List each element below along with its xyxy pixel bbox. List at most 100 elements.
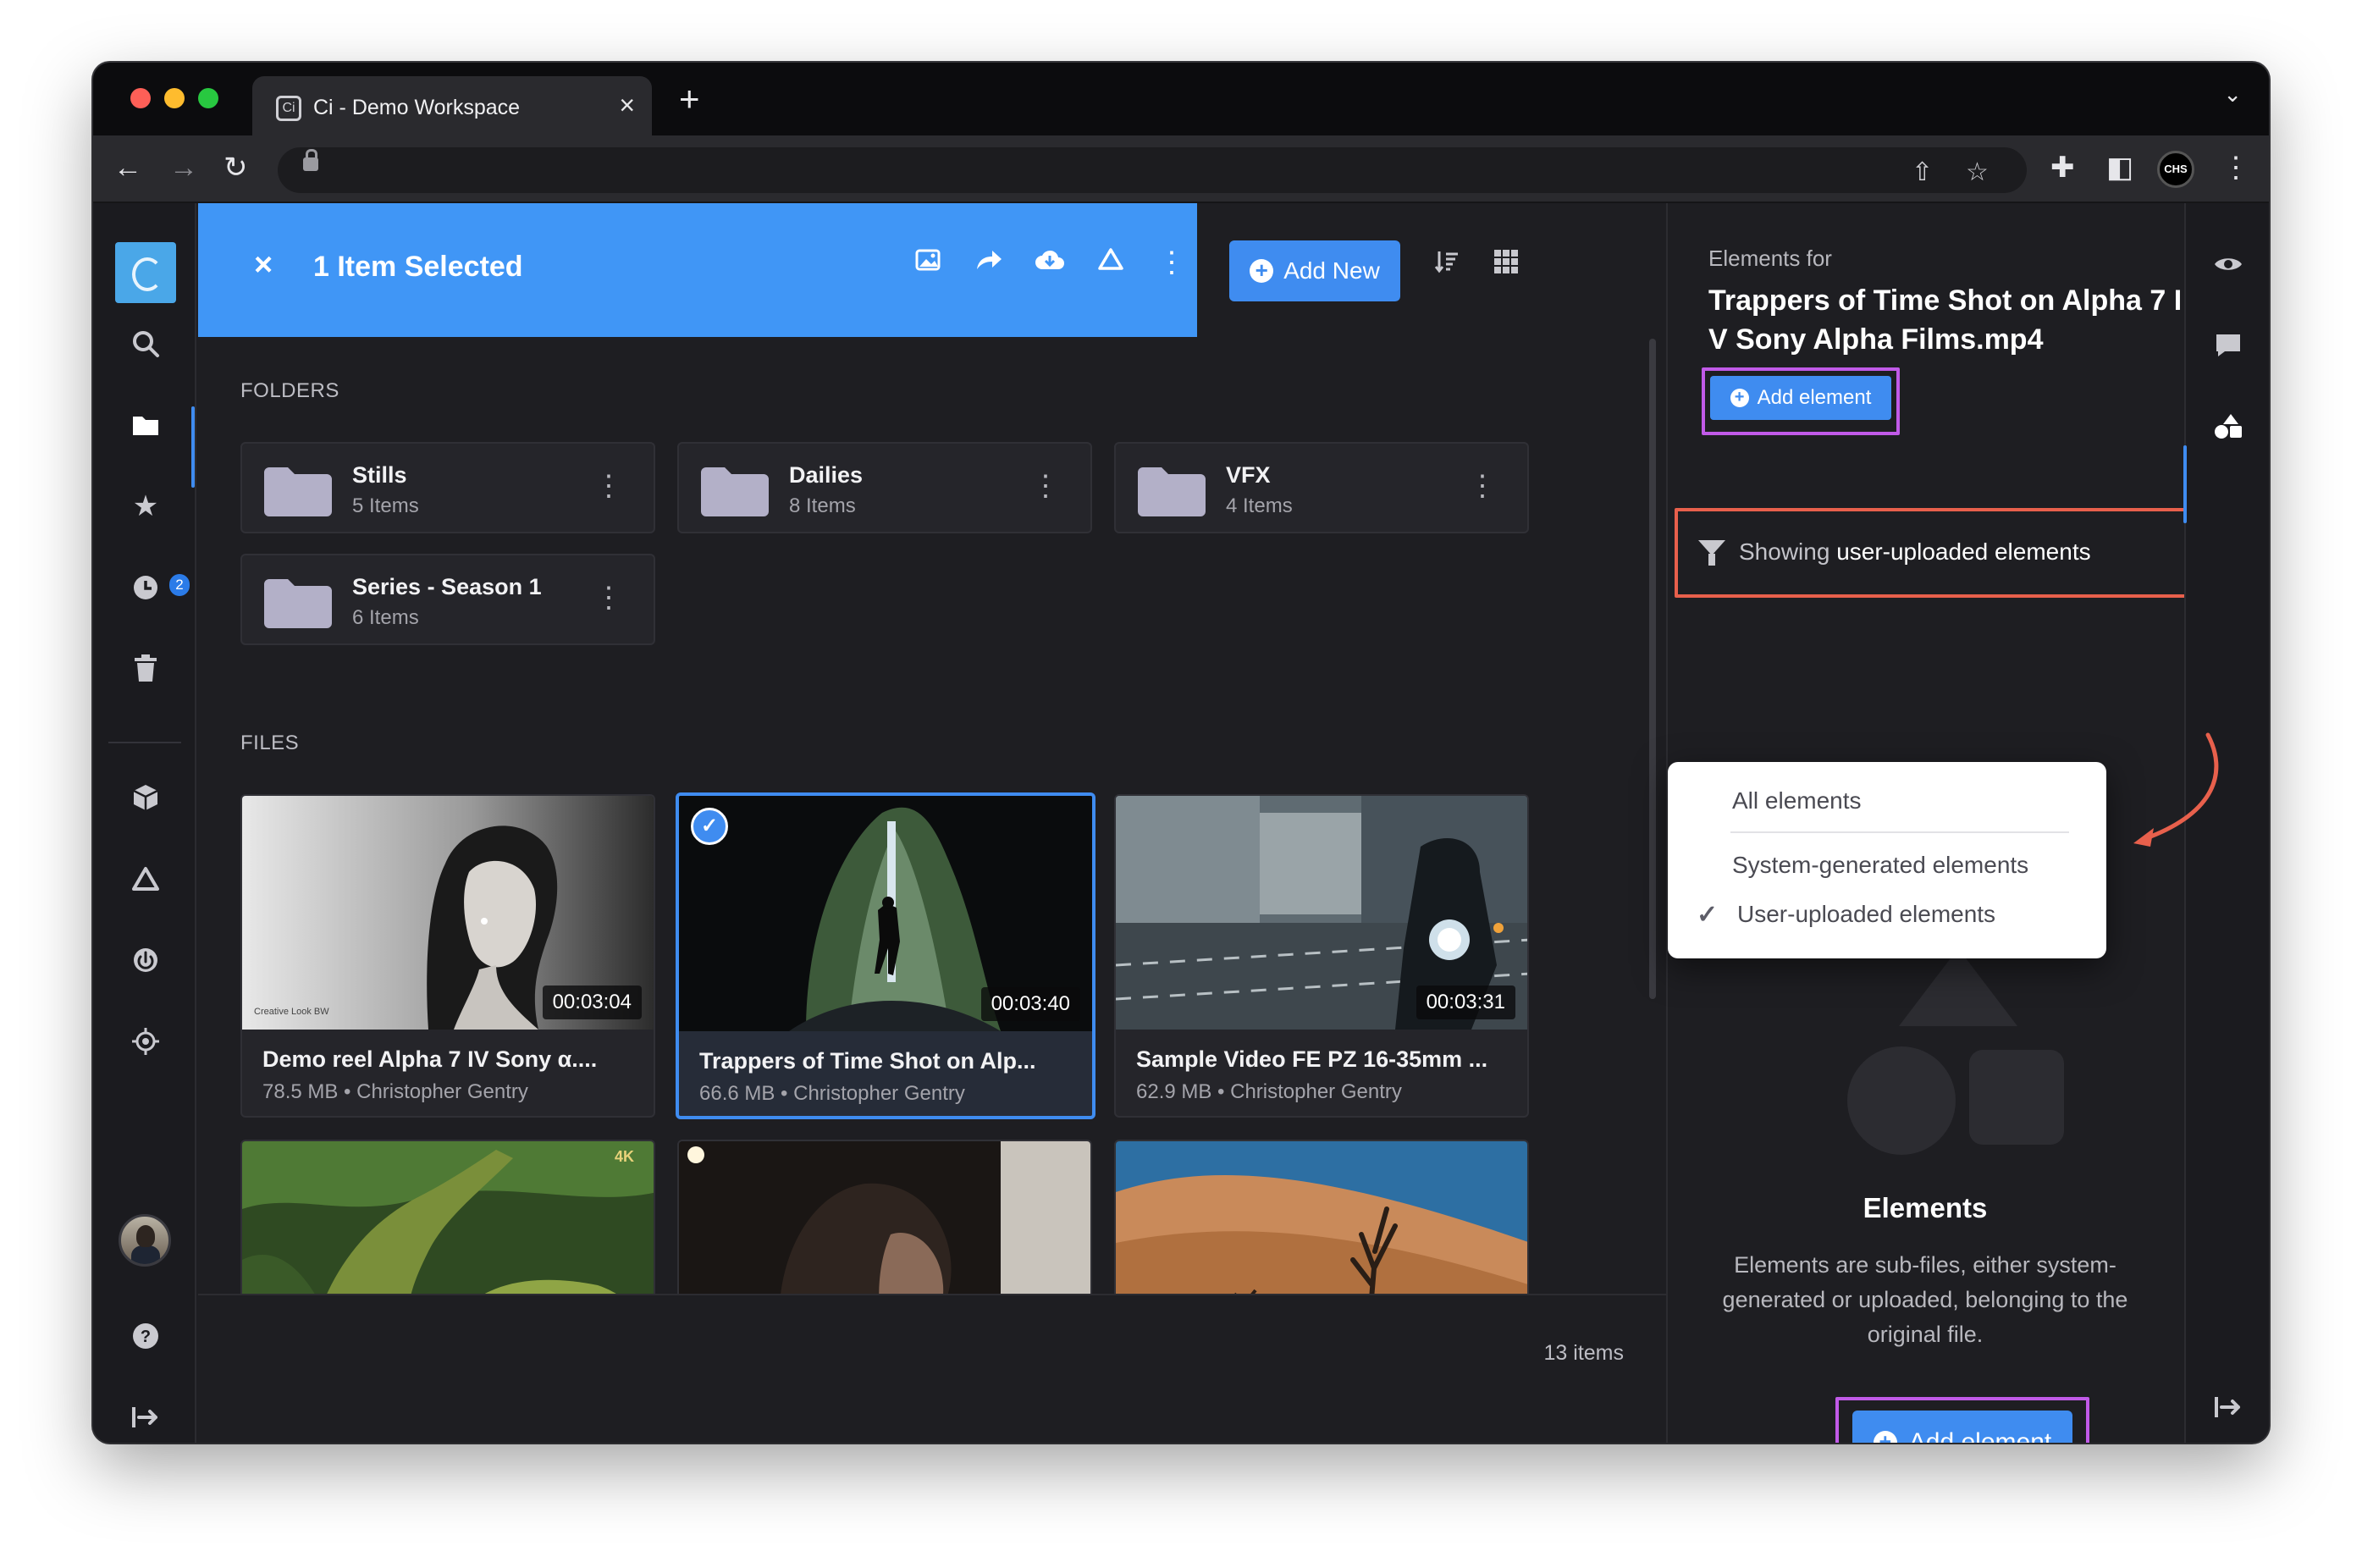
logout-icon[interactable] (115, 1387, 176, 1443)
tab-title: Ci - Demo Workspace (313, 96, 521, 119)
user-avatar[interactable] (119, 1214, 171, 1267)
more-actions-icon[interactable]: ⋮ (1153, 246, 1190, 279)
folder-card[interactable]: Dailies 8 Items ⋮ (677, 442, 1092, 533)
folder-card[interactable]: Stills 5 Items ⋮ (240, 442, 655, 533)
scrollbar[interactable] (1649, 339, 1656, 999)
folder-icon (701, 467, 769, 516)
add-new-button[interactable]: + Add New (1229, 240, 1400, 301)
trash-icon[interactable] (115, 638, 176, 699)
plus-icon: + (1250, 259, 1274, 283)
extensions-icon[interactable]: ✚ (2050, 151, 2075, 185)
new-tab-button[interactable]: + (679, 81, 700, 117)
element-filter-dropdown[interactable]: Showing user-uploaded elements (1680, 513, 2247, 593)
clear-selection-button[interactable]: × (254, 247, 273, 284)
file-card[interactable]: 00:03:31 Sample Video FE PZ 16-35mm ... … (1114, 794, 1529, 1118)
help-icon[interactable]: ? (115, 1306, 176, 1366)
video-duration: 00:03:04 (542, 986, 642, 1019)
folder-count: 4 Items (1226, 494, 1293, 517)
file-card-selected[interactable]: ✓ 00:03:40 Trappers of Time Shot on Alp.… (676, 792, 1095, 1119)
share-icon[interactable] (970, 246, 1007, 279)
folder-menu-icon[interactable]: ⋮ (594, 581, 623, 615)
menu-divider (1730, 831, 2069, 833)
forward-icon[interactable]: → (169, 151, 198, 185)
folder-menu-icon[interactable]: ⋮ (1031, 469, 1060, 503)
favicon-icon: Ci (276, 96, 301, 121)
search-icon[interactable] (115, 313, 176, 374)
sidepanel-icon[interactable]: ◧ (2106, 151, 2133, 185)
main-content: × 1 Item Selected ⋮ + Add New FOLDERS St… (198, 203, 1666, 1443)
folder-icon (1138, 467, 1206, 516)
add-element-big-label: Add element (1908, 1428, 2052, 1443)
video-duration: 00:03:40 (980, 987, 1080, 1021)
video-thumbnail: 00:03:40 (679, 796, 1092, 1031)
folder-card[interactable]: Series - Season 1 6 Items ⋮ (240, 554, 655, 645)
main-footer: 13 items (198, 1294, 1666, 1443)
shapes-illustration (1847, 948, 2064, 1155)
tab-search-icon[interactable]: ⌄ (2223, 81, 2242, 108)
add-element-button[interactable]: + Add element (1710, 376, 1891, 420)
folder-name: Stills (352, 462, 407, 488)
maximize-window-button[interactable] (198, 88, 218, 108)
folder-card[interactable]: VFX 4 Items ⋮ (1114, 442, 1529, 533)
video-duration: 00:03:31 (1416, 986, 1515, 1019)
menu-item-user-uploaded[interactable]: User-uploaded elements (1737, 901, 1995, 928)
folders-heading: FOLDERS (240, 379, 339, 402)
nav-active-indicator (191, 406, 195, 488)
check-icon: ✓ (1697, 901, 1719, 929)
download-cloud-icon[interactable] (1031, 246, 1068, 279)
back-icon[interactable]: ← (113, 151, 142, 185)
menu-item-all-elements[interactable]: All elements (1732, 787, 1862, 814)
image-icon[interactable] (909, 246, 946, 279)
video-thumbnail: Creative Look BW 00:03:04 (242, 796, 654, 1030)
folder-icon (264, 467, 332, 516)
folder-menu-icon[interactable]: ⋮ (594, 469, 623, 503)
close-window-button[interactable] (130, 88, 151, 108)
menu-item-system-generated[interactable]: System-generated elements (1732, 852, 2028, 879)
minimize-window-button[interactable] (164, 88, 185, 108)
folder-menu-icon[interactable]: ⋮ (1468, 469, 1497, 503)
clock-icon[interactable] (115, 557, 176, 618)
target-icon[interactable] (115, 1011, 176, 1072)
video-thumbnail: 00:03:31 (1116, 796, 1527, 1030)
reload-icon[interactable]: ↻ (224, 151, 248, 185)
files-heading: FILES (240, 732, 300, 754)
svg-text:?: ? (141, 1328, 151, 1346)
cube-icon[interactable] (115, 767, 176, 828)
folder-name: VFX (1226, 462, 1271, 488)
logout-icon[interactable] (2206, 1385, 2250, 1429)
triangle-icon[interactable] (115, 848, 176, 909)
filter-menu: All elements System-generated elements ✓… (1668, 762, 2106, 958)
file-title: Demo reel Alpha 7 IV Sony α.... (262, 1046, 598, 1072)
address-bar[interactable]: ⇧ ☆ (278, 147, 2027, 193)
left-nav: ★ 2 ? (93, 203, 196, 1443)
tab-close-button[interactable]: × (619, 90, 635, 121)
grid-view-icon[interactable] (1493, 249, 1519, 281)
add-element-big-button[interactable]: + Add element (1852, 1411, 2072, 1443)
annotation-arrow (2133, 732, 2219, 847)
selection-label: 1 Item Selected (313, 251, 523, 283)
shapes-icon[interactable] (2206, 405, 2250, 449)
browser-window: Ci Ci - Demo Workspace × + ⌄ ← → ↻ ⇧ ☆ ✚… (93, 63, 2269, 1443)
browser-toolbar: ← → ↻ ⇧ ☆ ✚ ◧ CHS ⋮ (93, 135, 2269, 203)
empty-state-title: Elements (1863, 1192, 1988, 1223)
star-icon[interactable]: ★ (115, 476, 176, 537)
comment-icon[interactable] (2206, 323, 2250, 367)
browser-tab[interactable]: Ci Ci - Demo Workspace × (252, 76, 652, 135)
folder-count: 6 Items (352, 606, 419, 629)
power-icon[interactable] (115, 930, 176, 991)
checkmark-icon[interactable]: ✓ (691, 808, 728, 845)
rail-active-indicator (2183, 445, 2187, 523)
profile-avatar[interactable]: CHS (2157, 151, 2194, 188)
eye-icon[interactable] (2206, 242, 2250, 286)
browser-menu-icon[interactable]: ⋮ (2221, 151, 2250, 185)
folder-icon[interactable] (115, 395, 176, 455)
file-title: Sample Video FE PZ 16-35mm ... (1136, 1046, 1488, 1072)
bookmark-star-icon[interactable]: ☆ (1966, 157, 1989, 187)
file-card[interactable]: Creative Look BW 00:03:04 Demo reel Alph… (240, 794, 655, 1118)
panel-subtitle: Elements for (1708, 246, 1832, 271)
triangle-icon[interactable] (1092, 246, 1129, 279)
share-icon[interactable]: ⇧ (1912, 157, 1933, 187)
items-count: 13 items (1543, 1341, 1624, 1365)
sort-icon[interactable] (1434, 249, 1460, 281)
app-logo[interactable] (115, 242, 176, 303)
